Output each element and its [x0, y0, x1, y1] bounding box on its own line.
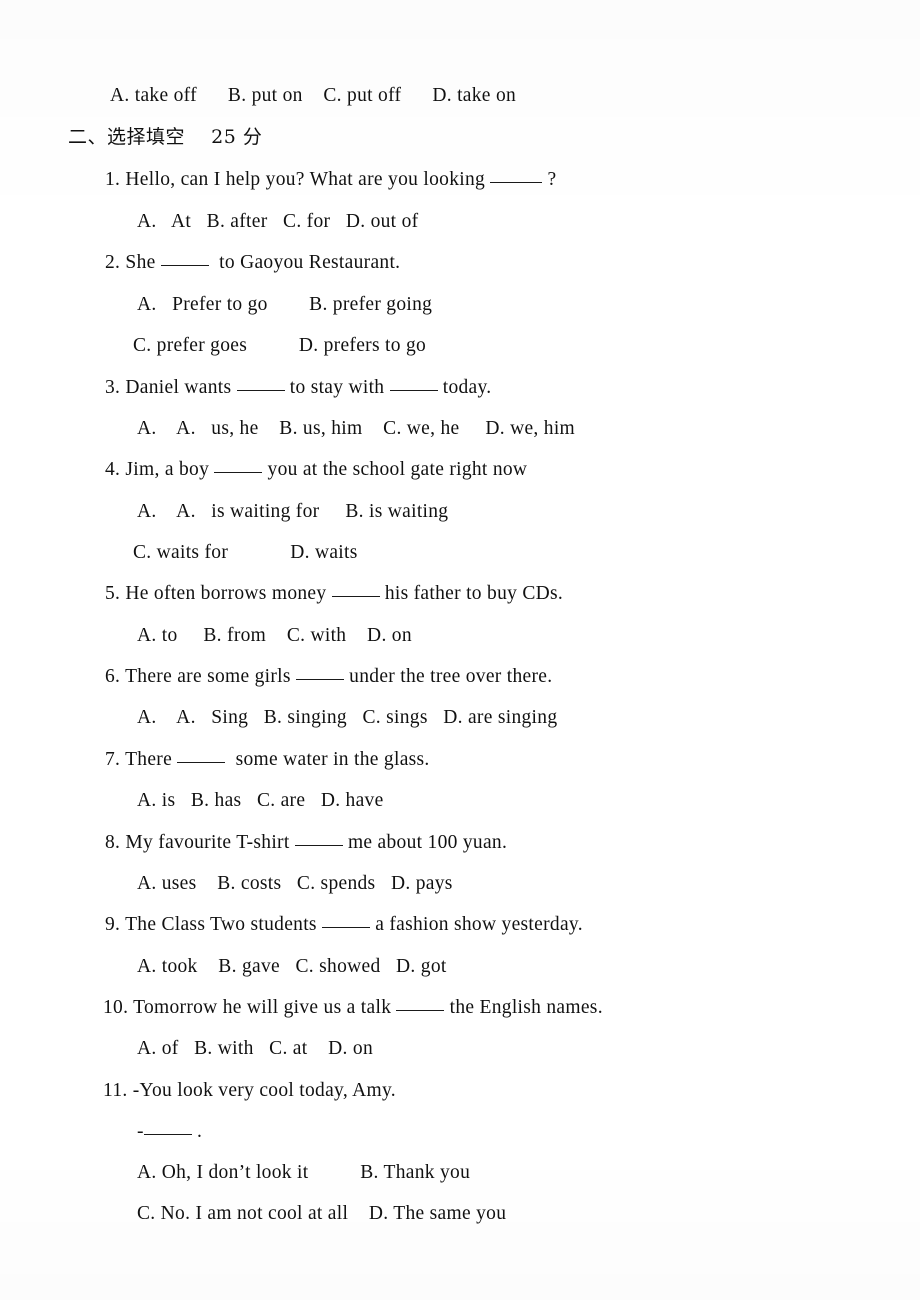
question-number: 5. [105, 583, 121, 604]
question-text-tail: to Gaoyou Restaurant. [219, 252, 401, 273]
scan-texture-overlay [0, 0, 920, 1300]
answer-blank[interactable] [214, 472, 263, 473]
answer-blank[interactable] [160, 265, 209, 266]
question-number: 6. [105, 666, 121, 687]
option-row[interactable]: A. Prefer to go B. prefer going [137, 295, 432, 315]
question-text-tail: his father to buy CDs. [384, 583, 564, 604]
question-text: Hello, can I help you? What are you look… [125, 169, 486, 190]
answer-prompt-row: - . [137, 1122, 202, 1142]
question-number: 3. [105, 377, 121, 398]
question-text-tail: a fashion show yesterday. [375, 914, 583, 935]
option-row[interactable]: C. prefer goes D. prefers to go [133, 336, 426, 356]
question-number: 1. [105, 169, 121, 190]
question-text: She [125, 252, 156, 273]
question-text-tail: the English names. [449, 997, 603, 1018]
question-text-tail: ? [547, 169, 557, 190]
question-text-tail: some water in the glass. [235, 749, 430, 770]
question-stem: 5. He often borrows money his father to … [105, 584, 563, 604]
question-stem: 6. There are some girls under the tree o… [105, 667, 552, 687]
answer-blank[interactable] [331, 596, 380, 597]
question-text-tail: today. [442, 377, 492, 398]
option-row[interactable]: A. to B. from C. with D. on [137, 626, 412, 646]
answer-blank[interactable] [389, 390, 438, 391]
question-stem: 3. Daniel wants to stay with today. [105, 378, 491, 398]
answer-blank[interactable] [294, 845, 343, 846]
option-row[interactable]: A. uses B. costs C. spends D. pays [137, 874, 453, 894]
option-row[interactable]: A. took B. gave C. showed D. got [137, 957, 447, 977]
question-number: 10. [103, 997, 129, 1018]
question-text: Daniel wants [125, 377, 232, 398]
carryover-option-line: A. take off B. put on C. put off D. take… [110, 85, 517, 106]
dialogue-dash: - [137, 1121, 144, 1142]
question-text-tail: me about 100 yuan. [347, 832, 508, 853]
question-stem: 7. There some water in the glass. [105, 750, 430, 770]
question-text-middle: to stay with [289, 377, 385, 398]
question-text-tail: you at the school gate right now [267, 459, 528, 480]
answer-blank[interactable] [177, 762, 226, 763]
option-row[interactable]: A. is B. has C. are D. have [137, 791, 384, 811]
question-number: 7. [105, 749, 121, 770]
answer-blank[interactable] [295, 679, 344, 680]
option-row[interactable]: C. No. I am not cool at all D. The same … [137, 1204, 506, 1224]
answer-blank[interactable] [143, 1134, 192, 1135]
option-row[interactable]: A. of B. with C. at D. on [137, 1039, 373, 1059]
question-stem: 8. My favourite T-shirt me about 100 yua… [105, 833, 507, 853]
answer-blank[interactable] [396, 1010, 445, 1011]
question-stem: 9. The Class Two students a fashion show… [105, 915, 583, 935]
question-stem: 2. She to Gaoyou Restaurant. [105, 253, 400, 273]
question-number: 2. [105, 252, 121, 273]
option-row[interactable]: C. waits for D. waits [133, 543, 358, 563]
exam-page: A. take off B. put on C. put off D. take… [0, 0, 920, 1300]
question-stem: 1. Hello, can I help you? What are you l… [105, 170, 556, 190]
question-number: 11. [103, 1080, 128, 1101]
question-text-tail: under the tree over there. [349, 666, 553, 687]
question-text: There [125, 749, 173, 770]
question-text: Tomorrow he will give us a talk [133, 997, 392, 1018]
option-row[interactable]: A. A. us, he B. us, him C. we, he D. we,… [137, 419, 575, 439]
option-row[interactable]: A. A. is waiting for B. is waiting [137, 502, 448, 522]
question-text: -You look very cool today, Amy. [132, 1080, 396, 1101]
question-text: He often borrows money [125, 583, 327, 604]
answer-blank[interactable] [236, 390, 285, 391]
question-text: There are some girls [125, 666, 291, 687]
question-number: 4. [105, 459, 121, 480]
option-row[interactable]: A. Oh, I don’t look it B. Thank you [137, 1163, 470, 1183]
question-number: 9. [105, 914, 121, 935]
question-text: Jim, a boy [125, 459, 210, 480]
question-text: The Class Two students [125, 914, 317, 935]
option-row[interactable]: A. A. Sing B. singing C. sings D. are si… [137, 708, 557, 728]
answer-blank[interactable] [322, 927, 370, 928]
question-text: My favourite T-shirt [125, 832, 290, 853]
answer-blank[interactable] [490, 182, 543, 183]
section-heading: 二、选择填空 25 分 [68, 126, 263, 148]
question-stem: 11. -You look very cool today, Amy. [103, 1081, 396, 1101]
question-number: 8. [105, 832, 121, 853]
question-stem: 4. Jim, a boy you at the school gate rig… [105, 460, 527, 480]
option-row[interactable]: A. At B. after C. for D. out of [137, 212, 418, 232]
answer-prompt-period: . [196, 1121, 203, 1142]
question-stem: 10. Tomorrow he will give us a talk the … [103, 998, 603, 1018]
